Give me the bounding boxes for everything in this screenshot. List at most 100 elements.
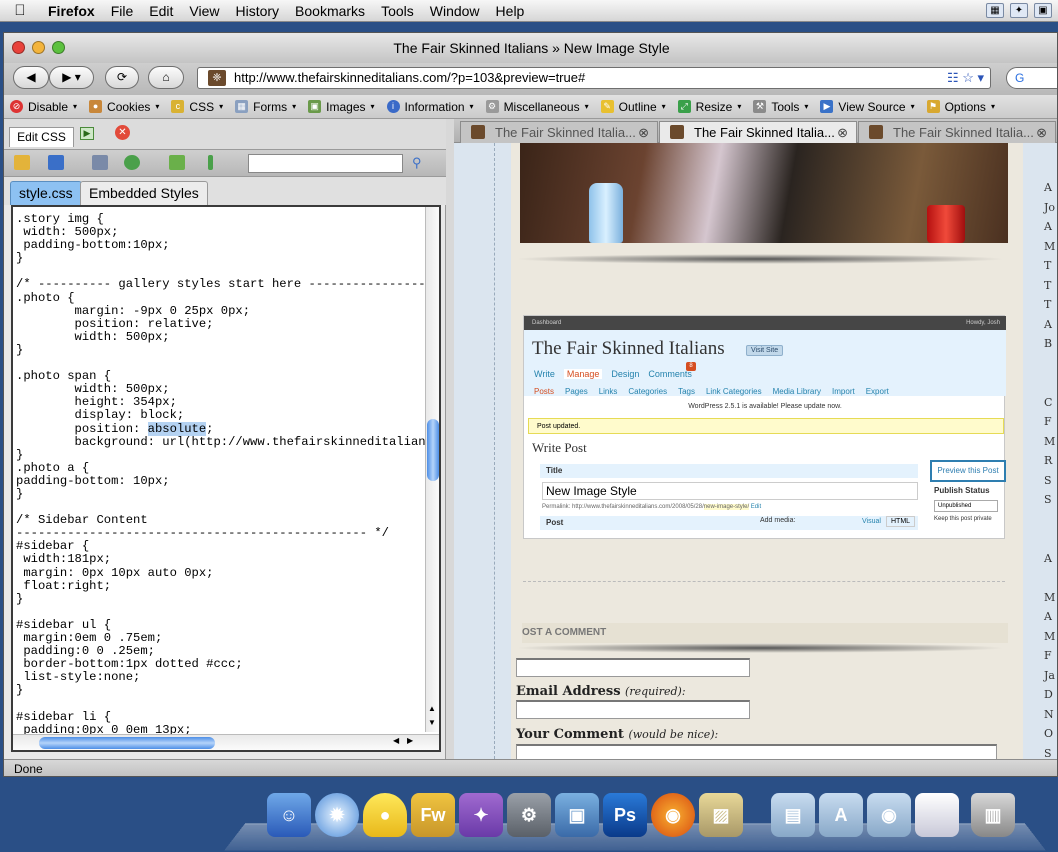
dev-disable[interactable]: ⊘ Disable ▾ <box>10 100 77 114</box>
sidebar-item[interactable]: C <box>1044 396 1057 416</box>
close-tab-icon[interactable]: ⊗ <box>1036 122 1047 143</box>
sidebar-item[interactable]: O <box>1044 727 1057 747</box>
scroll-right-icon[interactable]: ▶ <box>407 736 413 745</box>
dev-miscellaneous[interactable]: ⚙ Miscellaneous ▾ <box>485 100 589 114</box>
menu-window[interactable]: Window <box>422 3 488 19</box>
sidebar-item[interactable] <box>1044 513 1057 533</box>
firefox-icon[interactable]: ◉ <box>651 793 695 837</box>
window-thumbnail-icon[interactable] <box>915 793 959 837</box>
css-search-input[interactable] <box>248 154 403 173</box>
dev-css[interactable]: c CSS ▾ <box>171 100 223 114</box>
popout-icon[interactable]: ▶ <box>80 127 94 140</box>
dev-information[interactable]: i Information ▾ <box>386 100 474 114</box>
system-preferences-icon[interactable]: ⚙ <box>507 793 551 837</box>
email-input[interactable] <box>516 700 750 719</box>
sidebar-item[interactable]: T <box>1044 279 1057 299</box>
dev-images[interactable]: ▣ Images ▾ <box>308 100 375 114</box>
app-icon[interactable]: ✦ <box>459 793 503 837</box>
css-code-editor[interactable]: .story img { width: 500px; padding-botto… <box>11 205 441 752</box>
iphoto-icon[interactable]: ▣ <box>555 793 599 837</box>
dashboard-icon[interactable]: ▣ <box>1034 3 1052 18</box>
minimize-window-button[interactable] <box>32 41 45 54</box>
menu-tools[interactable]: Tools <box>373 3 422 19</box>
home-button[interactable]: ⌂ <box>148 66 184 89</box>
safari-icon[interactable]: ✹ <box>315 793 359 837</box>
sidebar-item[interactable]: S <box>1044 747 1057 760</box>
back-button[interactable]: ◀ <box>13 66 49 89</box>
rss-star-icon[interactable]: ☷ ☆ ▾ <box>947 68 984 88</box>
tab-embedded-styles[interactable]: Embedded Styles <box>80 181 208 205</box>
url-bar[interactable]: ❈ http://www.thefairskinneditalians.com/… <box>197 67 991 89</box>
bird-icon[interactable]: ✦ <box>1010 3 1028 18</box>
sidebar-item[interactable]: T <box>1044 259 1057 279</box>
sidebar-item[interactable]: A <box>1044 610 1057 630</box>
documents-folder-icon[interactable]: ▤ <box>771 793 815 837</box>
sidebar-item[interactable]: Ja <box>1044 669 1057 689</box>
sidebar-item[interactable] <box>1044 376 1057 396</box>
dev-cookies[interactable]: ● Cookies ▾ <box>89 100 159 114</box>
sidebar-item[interactable]: S <box>1044 474 1057 494</box>
browser-tab-3[interactable]: The Fair Skinned Italia... ⊗ <box>858 121 1056 143</box>
scroll-down-icon[interactable]: ▼ <box>428 718 436 727</box>
save-icon[interactable] <box>48 155 64 170</box>
search-icon[interactable]: ⚲ <box>412 155 422 171</box>
menu-firefox[interactable]: Firefox <box>40 3 103 19</box>
menu-history[interactable]: History <box>227 3 287 19</box>
edit-css-tab[interactable]: Edit CSS <box>9 127 74 147</box>
dev-resize[interactable]: ⤢ Resize ▾ <box>677 100 741 114</box>
horizontal-scroll-thumb[interactable] <box>39 737 215 749</box>
scroll-up-icon[interactable]: ▲ <box>428 704 436 713</box>
sidebar-item[interactable] <box>1044 532 1057 552</box>
vertical-scrollbar[interactable]: ▲ ▼ <box>425 207 439 732</box>
applications-folder-icon[interactable]: A <box>819 793 863 837</box>
sidebar-item[interactable]: S <box>1044 493 1057 513</box>
open-icon[interactable] <box>14 155 30 170</box>
validate-icon[interactable] <box>208 155 213 170</box>
sidebar-item[interactable]: Jo <box>1044 201 1057 221</box>
sidebar-item[interactable]: F <box>1044 649 1057 669</box>
close-window-button[interactable] <box>12 41 25 54</box>
sidebar-item[interactable]: M <box>1044 435 1057 455</box>
downloads-folder-icon[interactable]: ◉ <box>867 793 911 837</box>
name-input[interactable] <box>516 658 750 677</box>
trash-icon[interactable]: ▥ <box>971 793 1015 837</box>
sidebar-item[interactable]: A <box>1044 181 1057 201</box>
close-tab-icon[interactable]: ⊗ <box>837 122 848 143</box>
finder-icon[interactable]: ☺ <box>267 793 311 837</box>
menu-edit[interactable]: Edit <box>141 3 181 19</box>
browser-tab-2[interactable]: The Fair Skinned Italia... ⊗ <box>659 121 857 143</box>
browser-tab-1[interactable]: The Fair Skinned Italia... ⊗ <box>460 121 658 143</box>
menu-bookmarks[interactable]: Bookmarks <box>287 3 373 19</box>
sidebar-item[interactable]: A <box>1044 552 1057 572</box>
tab-style-css[interactable]: style.css <box>10 181 82 205</box>
sidebar-item[interactable]: A <box>1044 220 1057 240</box>
apply-icon[interactable] <box>169 155 185 170</box>
sidebar-item[interactable]: M <box>1044 630 1057 650</box>
scroll-left-icon[interactable]: ◀ <box>393 736 399 745</box>
dev-view-source[interactable]: ▶ View Source ▾ <box>820 100 915 114</box>
dev-forms[interactable]: ▦ Forms ▾ <box>235 100 296 114</box>
dev-tools[interactable]: ⚒ Tools ▾ <box>753 100 808 114</box>
sidebar-item[interactable] <box>1044 357 1057 377</box>
dev-outline[interactable]: ✎ Outline ▾ <box>600 100 666 114</box>
search-box[interactable]: G <box>1006 67 1057 89</box>
sidebar-item[interactable] <box>1044 571 1057 591</box>
close-tab-icon[interactable]: ⊗ <box>638 122 649 143</box>
forward-button[interactable]: ▶ ▾ <box>49 66 94 89</box>
transmit-icon[interactable]: ▨ <box>699 793 743 837</box>
adium-icon[interactable]: ● <box>363 793 407 837</box>
comment-textarea[interactable] <box>516 744 997 759</box>
sidebar-item[interactable]: N <box>1044 708 1057 728</box>
vertical-scroll-thumb[interactable] <box>427 419 439 481</box>
sidebar-item[interactable]: D <box>1044 688 1057 708</box>
photoshop-icon[interactable]: Ps <box>603 793 647 837</box>
sidebar-item[interactable]: B <box>1044 337 1057 357</box>
calendar-icon[interactable]: ▦ <box>986 3 1004 18</box>
horizontal-scrollbar[interactable]: ◀ ▶ <box>13 734 439 750</box>
zoom-window-button[interactable] <box>52 41 65 54</box>
dev-options[interactable]: ⚑ Options ▾ <box>926 100 995 114</box>
reload-button[interactable]: ⟳ <box>105 66 139 89</box>
close-panel-icon[interactable]: ✕ <box>115 125 130 140</box>
fireworks-icon[interactable]: Fw <box>411 793 455 837</box>
menu-file[interactable]: File <box>103 3 142 19</box>
